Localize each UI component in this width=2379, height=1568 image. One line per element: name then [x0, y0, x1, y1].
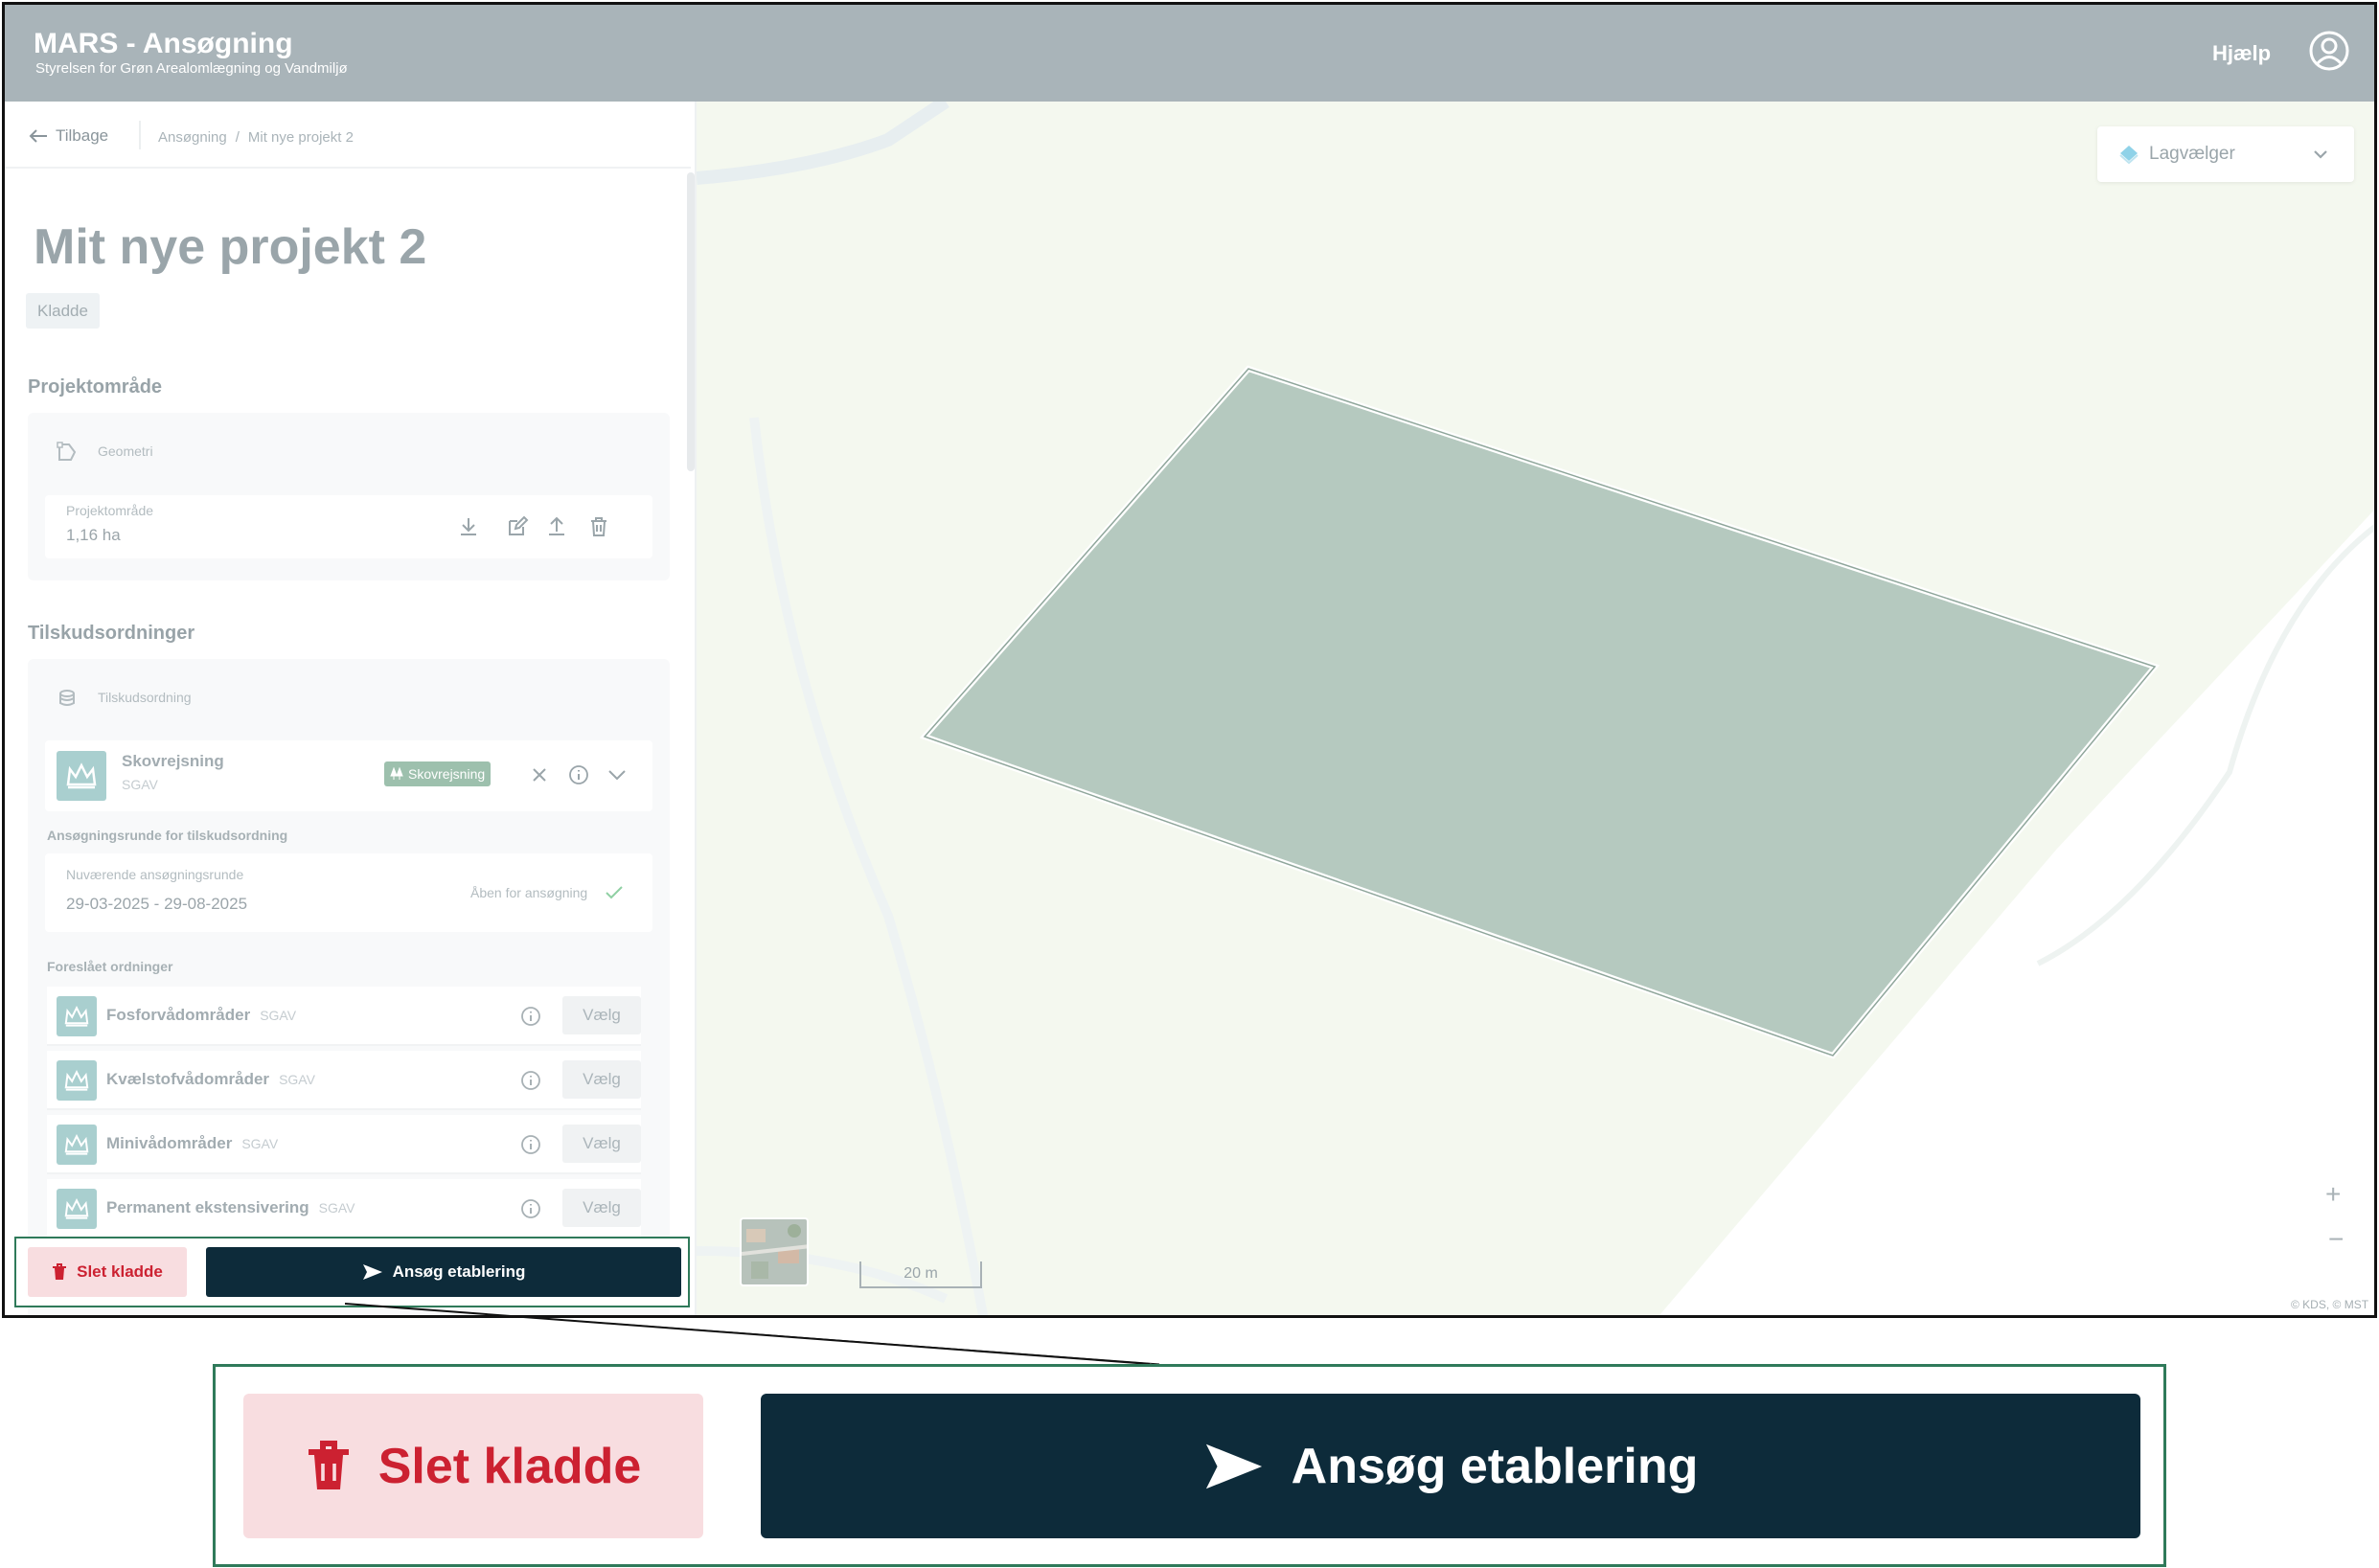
- apply-establishment-label-zoomed: Ansøg etablering: [1291, 1438, 1699, 1494]
- apply-establishment-button-zoomed[interactable]: Ansøg etablering: [761, 1394, 2140, 1538]
- figure: MARS - Ansøgning Styrelsen for Grøn Area…: [0, 0, 2379, 1568]
- zoomed-actions-callout: Slet kladde Ansøg etablering: [213, 1364, 2166, 1567]
- delete-draft-label-zoomed: Slet kladde: [377, 1438, 642, 1494]
- trash-icon: [308, 1440, 349, 1489]
- send-icon: [1205, 1443, 1262, 1488]
- callout-connector: [344, 1303, 1160, 1365]
- delete-draft-button-zoomed[interactable]: Slet kladde: [243, 1394, 703, 1538]
